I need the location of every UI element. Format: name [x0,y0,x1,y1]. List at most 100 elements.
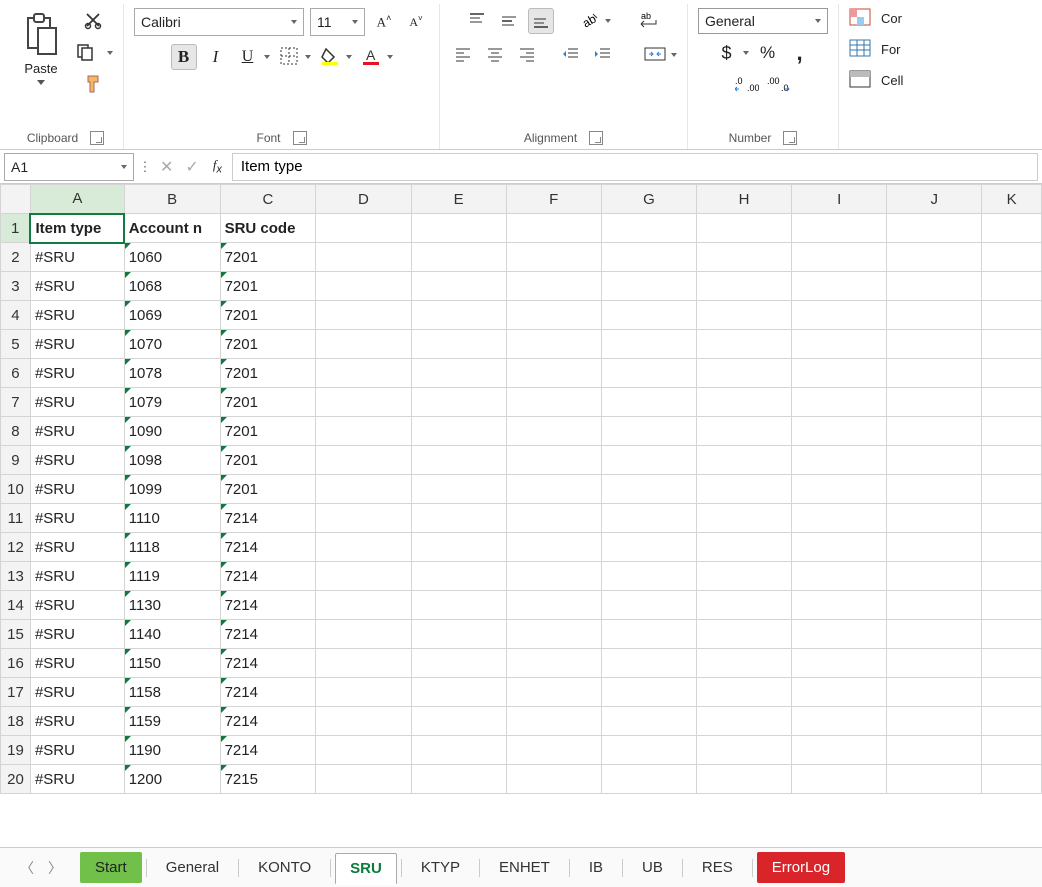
percent-button[interactable]: % [755,40,781,66]
cell[interactable] [411,475,506,504]
cell[interactable] [792,214,887,243]
cell[interactable] [887,620,982,649]
cell[interactable] [411,591,506,620]
cell[interactable] [696,475,791,504]
row-header[interactable]: 8 [1,417,31,446]
column-header[interactable]: F [506,185,601,214]
cell[interactable]: #SRU [30,272,124,301]
column-header[interactable]: B [124,185,220,214]
cell[interactable] [982,678,1042,707]
cell[interactable] [411,388,506,417]
cell[interactable] [887,649,982,678]
cell[interactable]: SRU code [220,214,316,243]
cell[interactable] [316,736,411,765]
chevron-down-icon[interactable] [743,51,749,55]
dialog-launcher-icon[interactable] [783,131,797,145]
cell[interactable]: 7201 [220,475,316,504]
row-header[interactable]: 13 [1,562,31,591]
cell[interactable]: #SRU [30,243,124,272]
cell[interactable] [506,243,601,272]
cell[interactable]: 7215 [220,765,316,794]
cell[interactable] [316,330,411,359]
tab-next-button[interactable]: 〉 [48,858,62,878]
cancel-icon[interactable]: ✕ [156,157,177,177]
font-size-select[interactable]: 11 [310,8,365,36]
cell[interactable]: 1070 [124,330,220,359]
cell[interactable] [887,214,982,243]
cell[interactable] [982,417,1042,446]
cell[interactable] [696,243,791,272]
row-header[interactable]: 14 [1,591,31,620]
cell[interactable] [506,359,601,388]
cell[interactable] [506,388,601,417]
formula-input[interactable] [239,157,1031,176]
row-header[interactable]: 7 [1,388,31,417]
cell[interactable] [792,330,887,359]
cell[interactable] [506,446,601,475]
column-header[interactable]: K [982,185,1042,214]
row-header[interactable]: 18 [1,707,31,736]
cell[interactable] [506,272,601,301]
cell[interactable]: 1140 [124,620,220,649]
sheet-tab[interactable]: SRU [335,853,397,885]
cell[interactable] [982,591,1042,620]
conditional-formatting-button[interactable]: Cor [849,8,902,29]
cell[interactable] [316,446,411,475]
cell[interactable] [411,417,506,446]
cell[interactable] [601,504,696,533]
cell[interactable] [792,388,887,417]
cell[interactable]: 1090 [124,417,220,446]
cell[interactable] [982,330,1042,359]
row-header[interactable]: 10 [1,475,31,504]
cell[interactable]: 7214 [220,591,316,620]
cell[interactable] [316,678,411,707]
cell[interactable] [411,736,506,765]
cell[interactable] [506,707,601,736]
number-format-select[interactable]: General [698,8,828,34]
row-header[interactable]: 17 [1,678,31,707]
cell[interactable] [887,359,982,388]
cell[interactable]: 7201 [220,446,316,475]
cell[interactable] [316,417,411,446]
bold-button[interactable]: B [171,44,197,70]
cell[interactable] [887,678,982,707]
row-header[interactable]: 9 [1,446,31,475]
cell[interactable] [411,359,506,388]
cell[interactable] [316,591,411,620]
cell[interactable] [506,562,601,591]
row-header[interactable]: 3 [1,272,31,301]
cell[interactable] [982,388,1042,417]
align-bottom-button[interactable] [528,8,554,34]
decrease-font-button[interactable]: A˅ [403,9,429,35]
cell[interactable] [601,301,696,330]
cell[interactable] [601,591,696,620]
borders-button[interactable] [276,44,302,70]
select-all-corner[interactable] [1,185,31,214]
cell[interactable]: 1098 [124,446,220,475]
cell[interactable] [601,678,696,707]
cell[interactable]: 7201 [220,301,316,330]
cell[interactable] [887,243,982,272]
cell[interactable] [792,243,887,272]
cell[interactable]: 7201 [220,272,316,301]
cell[interactable] [506,649,601,678]
cell[interactable] [316,533,411,562]
cell[interactable] [601,388,696,417]
dialog-launcher-icon[interactable] [293,131,307,145]
cell[interactable] [792,272,887,301]
cell[interactable] [887,736,982,765]
cell[interactable] [792,562,887,591]
cut-button[interactable] [80,8,106,34]
cell[interactable]: #SRU [30,678,124,707]
sheet-tab[interactable]: ENHET [484,852,565,883]
font-name-select[interactable]: Calibri [134,8,304,36]
cell[interactable]: #SRU [30,649,124,678]
merge-center-button[interactable] [642,42,668,68]
cell[interactable]: 7201 [220,359,316,388]
cell[interactable]: 1068 [124,272,220,301]
row-header[interactable]: 19 [1,736,31,765]
cell[interactable] [696,388,791,417]
cell[interactable] [982,243,1042,272]
cell[interactable] [601,562,696,591]
cell[interactable] [792,649,887,678]
